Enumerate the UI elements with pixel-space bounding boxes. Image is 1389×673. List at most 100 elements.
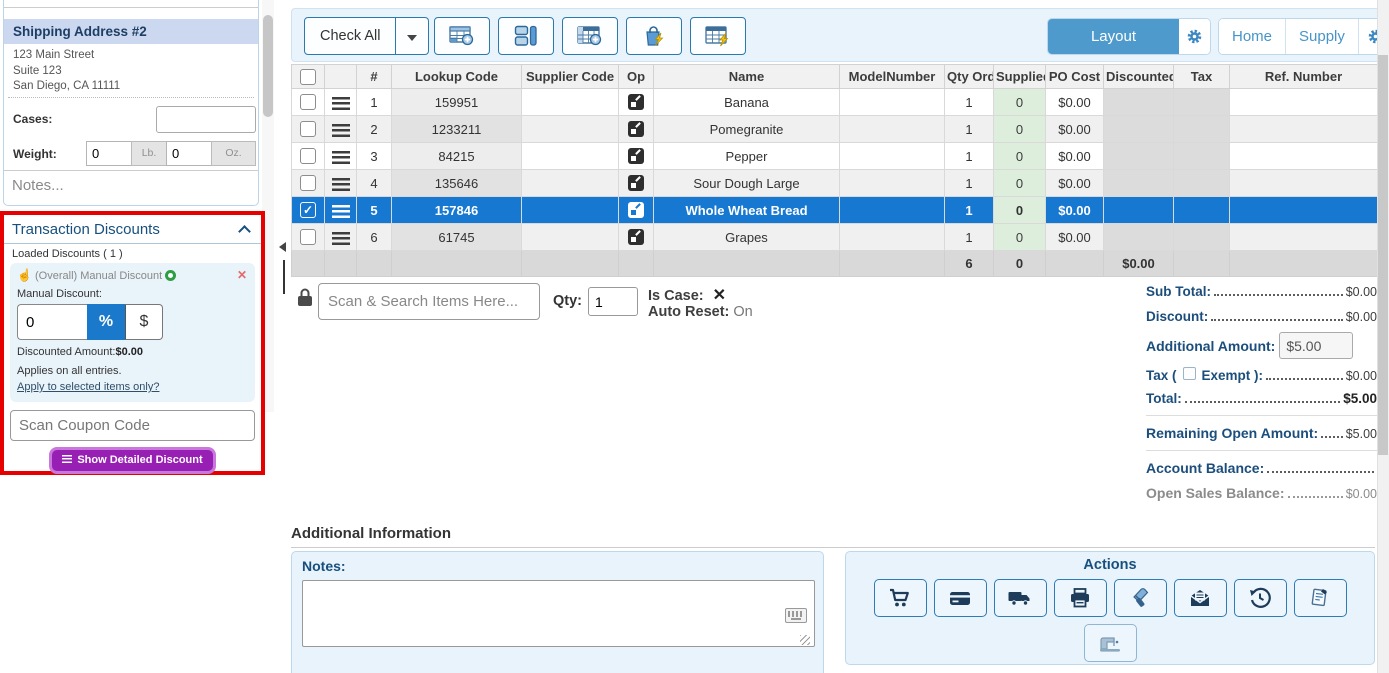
sewing-machine-button[interactable]: [1084, 624, 1137, 662]
history-button[interactable]: [1234, 579, 1287, 617]
label-button[interactable]: [1114, 579, 1167, 617]
row-checkbox-checked[interactable]: ✓: [300, 202, 316, 218]
qty-input[interactable]: [588, 287, 638, 316]
table-row[interactable]: 4 135646 Sour Dough Large 1 0 $0.00: [292, 170, 1378, 197]
collapse-sidebar-arrow-icon[interactable]: [279, 242, 286, 252]
split-view-button[interactable]: [498, 17, 554, 55]
keyboard-icon[interactable]: [785, 608, 807, 623]
manual-discount-input[interactable]: [17, 304, 87, 340]
col-op[interactable]: Op: [619, 65, 654, 89]
open-item-icon[interactable]: [628, 148, 644, 164]
select-all-header[interactable]: [292, 65, 325, 89]
coupon-code-input[interactable]: [10, 410, 255, 441]
col-name[interactable]: Name: [654, 65, 840, 89]
cases-input[interactable]: [156, 106, 256, 133]
dollar-toggle-button[interactable]: $: [125, 304, 163, 340]
drag-handle-icon[interactable]: [332, 151, 350, 164]
open-item-icon[interactable]: [628, 202, 644, 218]
total-label: Total:: [1146, 391, 1182, 406]
table-row[interactable]: 6 61745 Grapes 1 0 $0.00: [292, 224, 1378, 251]
col-num[interactable]: #: [357, 65, 392, 89]
open-item-icon[interactable]: [628, 121, 644, 137]
table-row[interactable]: 2 1233211 Pomegranite 1 0 $0.00: [292, 116, 1378, 143]
row-checkbox[interactable]: [300, 94, 316, 110]
account-balance-label: Account Balance:: [1146, 460, 1264, 476]
col-supplier[interactable]: Supplier Code: [522, 65, 619, 89]
col-model[interactable]: ModelNumber: [840, 65, 945, 89]
show-detailed-discount-button[interactable]: Show Detailed Discount: [49, 447, 215, 474]
home-button[interactable]: Home: [1219, 19, 1286, 54]
scan-search-input[interactable]: [318, 283, 540, 320]
row-checkbox[interactable]: [300, 148, 316, 164]
open-item-icon[interactable]: [628, 229, 644, 245]
add-table-button[interactable]: [434, 17, 490, 55]
additional-amount-input[interactable]: [1279, 332, 1353, 359]
drag-handle-icon[interactable]: [332, 205, 350, 218]
payment-button[interactable]: [934, 579, 987, 617]
row-checkbox[interactable]: [300, 121, 316, 137]
col-discounted[interactable]: Discounted: [1104, 65, 1174, 89]
drag-handle-icon[interactable]: [332, 97, 350, 110]
check-all-button[interactable]: Check All: [304, 17, 396, 55]
row-checkbox[interactable]: [300, 229, 316, 245]
table-row[interactable]: 1 159951 Banana 1 0 $0.00: [292, 89, 1378, 116]
col-po-cost[interactable]: PO Cost: [1046, 65, 1104, 89]
print-button[interactable]: [1054, 579, 1107, 617]
divider: [8, 97, 254, 98]
layout-settings-button[interactable]: [1179, 19, 1210, 54]
table-row-selected[interactable]: ✓ 5 157846 Whole Wheat Bread 1 0 $0.00: [292, 197, 1378, 224]
qty-total: 6: [945, 251, 994, 277]
supplied-total: 0: [994, 251, 1046, 277]
divider: [291, 547, 1375, 548]
insert-table-button[interactable]: [562, 17, 618, 55]
col-supplied[interactable]: Supplied: [994, 65, 1046, 89]
notes-textarea[interactable]: [302, 580, 815, 647]
sub-total-value: $0.00: [1346, 285, 1377, 299]
page-scrollbar-thumb[interactable]: [1378, 55, 1388, 455]
note-pencil-icon: [1308, 586, 1332, 610]
order-notes-button[interactable]: [1294, 579, 1347, 617]
visibility-icon[interactable]: [165, 270, 176, 281]
col-ref[interactable]: Ref. Number: [1230, 65, 1378, 89]
resize-grip-icon[interactable]: [800, 635, 810, 645]
loaded-discounts-label: Loaded Discounts ( 1 ): [4, 244, 261, 262]
tax-exempt-checkbox[interactable]: [1183, 367, 1196, 380]
cart-button[interactable]: [874, 579, 927, 617]
email-button[interactable]: [1174, 579, 1227, 617]
transaction-discounts-header[interactable]: Transaction Discounts: [4, 215, 261, 244]
shipping-button[interactable]: [994, 579, 1047, 617]
open-item-icon[interactable]: [628, 94, 644, 110]
open-item-icon[interactable]: [628, 175, 644, 191]
splitter-handle[interactable]: [283, 260, 285, 294]
hand-pointer-icon: ☝: [17, 268, 32, 282]
supply-button[interactable]: Supply: [1286, 19, 1359, 54]
quick-bag-button[interactable]: [626, 17, 682, 55]
remove-discount-icon[interactable]: ✕: [237, 268, 247, 282]
header-checkbox[interactable]: [300, 69, 316, 85]
total-value: $5.00: [1343, 391, 1377, 406]
col-qty[interactable]: Qty Ord: [945, 65, 994, 89]
col-tax[interactable]: Tax: [1174, 65, 1230, 89]
notes-field[interactable]: Notes...: [4, 170, 258, 200]
drag-handle-icon[interactable]: [332, 232, 350, 245]
notes-field-top[interactable]: Notes...: [4, 0, 258, 8]
quick-table-button[interactable]: [690, 17, 746, 55]
check-all-dropdown-button[interactable]: [396, 17, 429, 55]
layout-button[interactable]: Layout: [1048, 19, 1179, 54]
auto-reset-label: Auto Reset:: [648, 304, 729, 320]
auto-reset-value[interactable]: On: [733, 304, 752, 320]
drag-handle-icon[interactable]: [332, 124, 350, 137]
weight-oz-input[interactable]: [166, 141, 212, 166]
col-lookup[interactable]: Lookup Code: [392, 65, 522, 89]
weight-lb-input[interactable]: [86, 141, 132, 166]
table-row[interactable]: 3 84215 Pepper 1 0 $0.00: [292, 143, 1378, 170]
drag-handle-icon[interactable]: [332, 178, 350, 191]
row-checkbox[interactable]: [300, 175, 316, 191]
sidebar-scrollbar-thumb[interactable]: [263, 15, 273, 117]
apply-selected-link[interactable]: Apply to selected items only?: [17, 381, 159, 393]
totals-panel: Sub Total: $0.00 Discount: $0.00 Additio…: [1146, 284, 1377, 501]
is-case-x-icon[interactable]: ✕: [713, 287, 726, 304]
discount-label: Discount:: [1146, 309, 1208, 324]
chevron-up-icon[interactable]: [238, 225, 251, 238]
percent-toggle-button[interactable]: %: [87, 304, 125, 340]
